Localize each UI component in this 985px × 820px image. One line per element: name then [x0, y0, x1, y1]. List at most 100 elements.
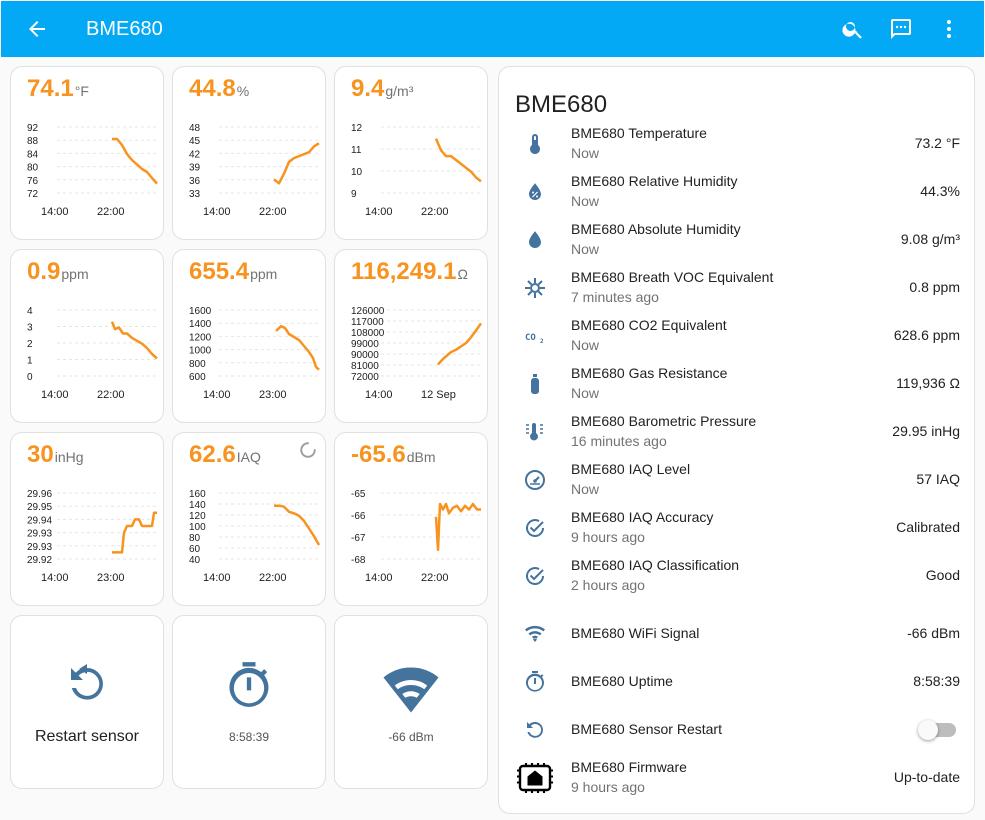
entity-row[interactable]: BME680 Barometric Pressure 16 minutes ago…: [499, 408, 976, 456]
y-tick-label: 33: [189, 189, 201, 200]
entity-row[interactable]: BME680 Firmware 9 hours ago Up-to-date: [499, 754, 976, 802]
restart-icon: [527, 721, 543, 738]
restart-sensor-label: Restart sensor: [34, 728, 140, 745]
toggle-knob: [918, 720, 938, 740]
check-circle-icon: [526, 519, 545, 537]
gas-cylinder-icon: [531, 374, 539, 394]
entity-row[interactable]: CO 2 BME680 CO2 Equivalent Now 628.6 ppm: [499, 312, 976, 360]
y-tick-label: 45: [189, 136, 201, 147]
entity-last-changed: 16 minutes ago: [571, 433, 667, 449]
wifi-signal-button[interactable]: -66 dBm: [334, 615, 488, 789]
y-tick-label: -65: [351, 489, 366, 500]
entity-last-changed: Now: [571, 193, 600, 209]
y-tick-label: 90000: [351, 350, 379, 361]
timer-icon: [229, 662, 269, 707]
sensor-card[interactable]: 116,249.1Ω 126000 117000 108000 99000 90000 81…: [334, 249, 488, 423]
entity-state: 57 IAQ: [916, 471, 960, 487]
entity-name: BME680 Relative Humidity: [571, 173, 738, 189]
more-vertical-icon[interactable]: [937, 17, 961, 41]
virus-icon: [525, 278, 545, 298]
series-line: [434, 138, 482, 183]
restart-sensor-button[interactable]: Restart sensor: [10, 615, 164, 789]
entity-row[interactable]: BME680 IAQ Level Now 57 IAQ: [499, 456, 976, 504]
sensor-card[interactable]: -65.6dBm -65 -66 -67 -68 14:00 22:00: [334, 432, 488, 606]
x-tick-label: 14:00: [365, 206, 393, 218]
gauge-icon: [525, 470, 545, 490]
y-tick-label: 80: [189, 533, 201, 544]
y-tick-label: 48: [189, 123, 201, 134]
entity-last-changed: 2 hours ago: [571, 577, 645, 593]
entity-row[interactable]: BME680 Gas Resistance Now 119,936 Ω: [499, 360, 976, 408]
assist-chat-icon[interactable]: [889, 17, 913, 41]
y-tick-label: 117000: [351, 317, 384, 328]
entity-name: BME680 Barometric Pressure: [571, 413, 757, 429]
timer-icon: [525, 671, 544, 692]
back-arrow-icon[interactable]: [25, 17, 49, 41]
entity-row[interactable]: BME680 Uptime 8:58:39: [499, 658, 976, 706]
entity-row[interactable]: BME680 Sensor Restart: [499, 706, 976, 754]
sensor-card[interactable]: 44.8% 48 45 42 39 36 33 14:00 22:00: [172, 66, 326, 240]
x-tick-label: 22:00: [259, 572, 287, 584]
sensor-restart-toggle[interactable]: [918, 720, 956, 740]
y-tick-label: 99000: [351, 339, 379, 350]
series-line: [110, 321, 158, 360]
entity-state: 628.6 ppm: [893, 327, 960, 343]
x-tick-label: 22:00: [259, 206, 287, 218]
x-tick-label: 14:00: [365, 572, 393, 584]
y-tick-label: 10: [351, 167, 363, 178]
series-line: [437, 322, 483, 366]
thermometer-lines-icon: [526, 423, 543, 441]
entity-row[interactable]: BME680 Relative Humidity Now 44.3%: [499, 168, 976, 216]
co2-icon: CO 2: [525, 333, 544, 345]
search-icon[interactable]: [841, 17, 865, 41]
y-tick-label: 1400: [189, 319, 212, 330]
entity-row[interactable]: BME680 IAQ Classification 2 hours ago Good: [499, 552, 976, 600]
sensor-card[interactable]: 0.9ppm 4 3 2 1 0 14:00 22:00: [10, 249, 164, 423]
y-tick-label: 29.93: [27, 542, 52, 553]
entity-row[interactable]: BME680 Temperature Now 73.2 °F: [499, 120, 976, 168]
y-tick-label: 1600: [189, 306, 212, 317]
y-tick-label: 600: [189, 372, 206, 383]
entity-row[interactable]: BME680 WiFi Signal -66 dBm: [499, 610, 976, 658]
y-tick-label: 1000: [189, 346, 212, 357]
entity-row[interactable]: BME680 IAQ Accuracy 9 hours ago Calibrated: [499, 504, 976, 552]
sensor-card[interactable]: 30inHg 29.96 29.95 29.94 29.93 29.93 29.92 14:0…: [10, 432, 164, 606]
y-tick-label: 100: [189, 522, 206, 533]
y-tick-label: -67: [351, 533, 366, 544]
entity-state: 9.08 g/m³: [900, 231, 960, 247]
entity-row[interactable]: BME680 Breath VOC Equivalent 7 minutes ag…: [499, 264, 976, 312]
entity-name: BME680 WiFi Signal: [571, 625, 700, 641]
y-tick-label: 120: [189, 511, 206, 522]
entity-last-changed: Now: [571, 385, 600, 401]
svg-text:2: 2: [540, 338, 544, 345]
sensor-card[interactable]: 9.4g/m³ 12 11 10 9 14:00 22:00: [334, 66, 488, 240]
y-tick-label: 29.94: [27, 515, 52, 526]
entity-state: Calibrated: [896, 519, 960, 535]
y-tick-label: 42: [189, 149, 201, 160]
y-tick-label: 76: [27, 176, 39, 187]
entity-state: 0.8 ppm: [909, 279, 960, 295]
water-drop-icon: [529, 231, 541, 248]
sensor-card[interactable]: 74.1°F 92 88 84 80 76 72 14:00 22:00: [10, 66, 164, 240]
uptime-button[interactable]: 8:58:39: [172, 615, 326, 789]
sensor-card[interactable]: 655.4ppm 1600 1400 1200 1000 800 600 14:00 23:00: [172, 249, 326, 423]
y-tick-label: 0: [27, 372, 33, 383]
y-tick-label: 12: [351, 123, 363, 134]
y-tick-label: 84: [27, 149, 39, 160]
sensor-card[interactable]: 62.6IAQ 160 140 120 100 80 60 40 14:00 22:00: [172, 432, 326, 606]
series-line: [434, 502, 481, 552]
entity-name: BME680 IAQ Accuracy: [571, 509, 714, 525]
entity-state: 44.3%: [920, 183, 960, 199]
check-circle-icon: [526, 567, 545, 585]
y-tick-label: 108000: [351, 328, 385, 339]
entity-name: BME680 Temperature: [571, 125, 707, 141]
y-tick-label: 88: [27, 136, 39, 147]
sensor-history-chart: 12 11 10 9 14:00 22:00: [351, 123, 482, 218]
series-line: [112, 137, 158, 185]
y-tick-label: 80: [27, 163, 39, 174]
x-tick-label: 23:00: [259, 389, 287, 401]
entity-row[interactable]: BME680 Absolute Humidity Now 9.08 g/m³: [499, 216, 976, 264]
x-tick-label: 14:00: [41, 389, 69, 401]
y-tick-label: 140: [189, 500, 206, 511]
entity-last-changed: 9 hours ago: [571, 779, 645, 795]
